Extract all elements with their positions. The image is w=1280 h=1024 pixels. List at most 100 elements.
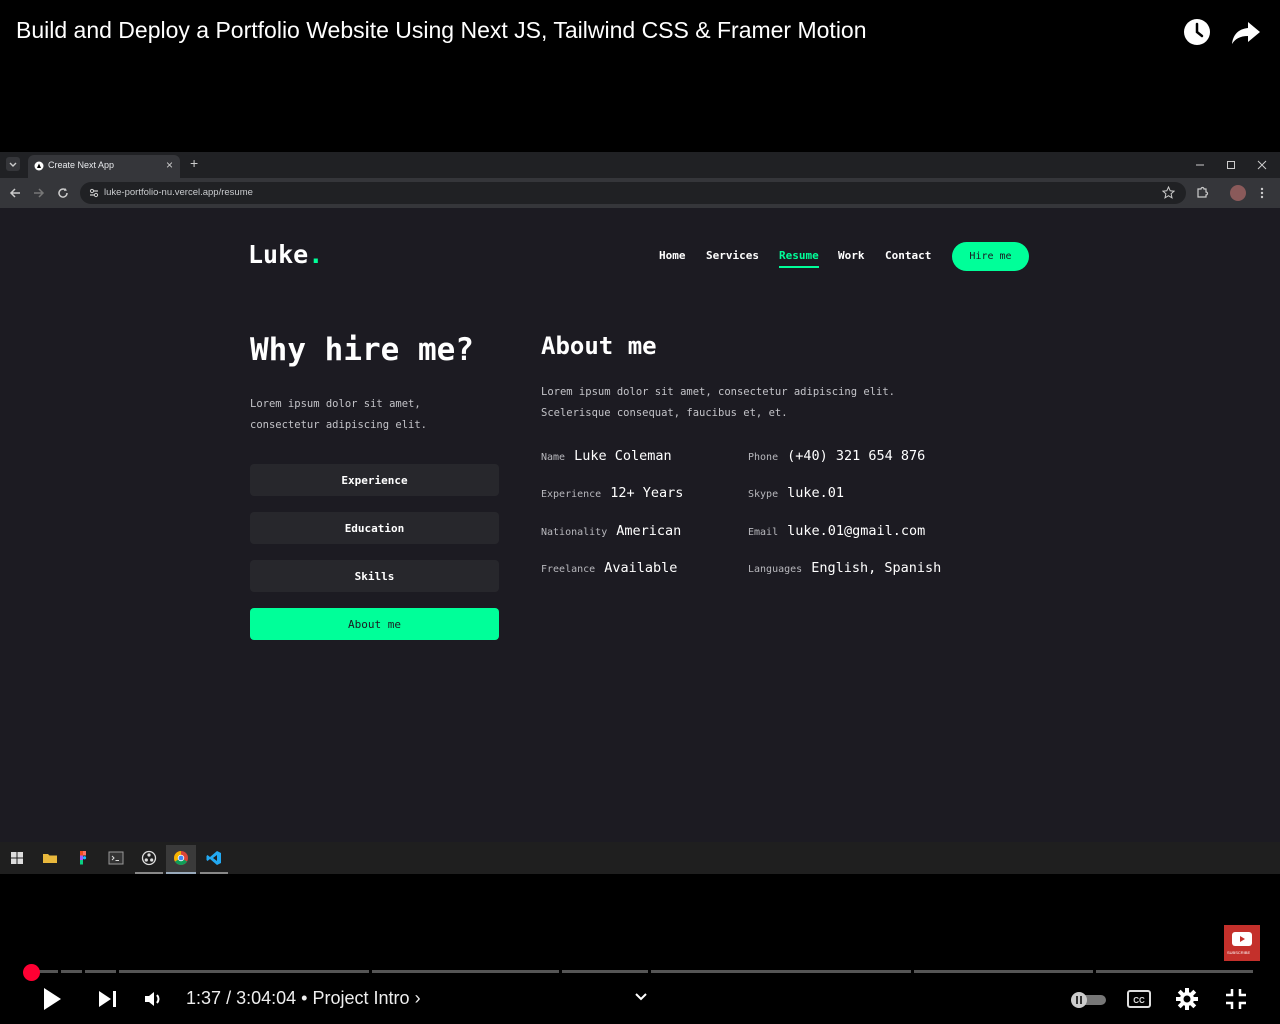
skills-button[interactable]: Skills [250, 560, 499, 592]
chapter-marker [911, 970, 914, 973]
site-logo[interactable]: Luke. [248, 240, 323, 269]
info-item-phone: Phone (+40) 321 654 876 [748, 448, 925, 464]
tab-title: Create Next App [48, 160, 115, 170]
next-icon[interactable] [96, 989, 120, 1009]
exit-fullscreen-icon[interactable] [1224, 987, 1248, 1011]
info-label: Name [541, 452, 566, 463]
progress-bar[interactable] [24, 970, 1256, 973]
forward-icon[interactable] [32, 186, 46, 200]
taskbar-item-chrome[interactable] [166, 845, 196, 874]
profile-icon[interactable] [1230, 185, 1246, 201]
address-bar[interactable]: luke-portfolio-nu.vercel.app/resume [80, 182, 1186, 204]
new-tab-button[interactable]: + [190, 155, 198, 171]
window-close-icon[interactable] [1256, 160, 1268, 170]
nav-work[interactable]: Work [838, 249, 865, 262]
info-item-email: Email luke.01@gmail.com [748, 523, 925, 539]
volume-icon[interactable] [143, 989, 167, 1009]
why-hire-description: Lorem ipsum dolor sit amet, consectetur … [250, 398, 428, 431]
info-label: Email [748, 527, 779, 538]
nav-contact[interactable]: Contact [885, 249, 931, 262]
info-value: luke.01 [787, 485, 845, 501]
chapter-marker [369, 970, 372, 973]
info-label: Freelance [541, 564, 596, 575]
info-value: Available [604, 560, 678, 576]
tab-search-button[interactable] [6, 157, 20, 171]
info-value: 12+ Years [610, 485, 684, 501]
bookmark-star-icon[interactable] [1162, 186, 1175, 199]
info-value: luke.01@gmail.com [787, 523, 926, 539]
info-item-languages: Languages English, Spanish [748, 560, 941, 576]
about-description: Lorem ipsum dolor sit amet, consectetur … [541, 386, 896, 419]
menu-icon[interactable] [1256, 186, 1268, 200]
back-icon[interactable] [8, 186, 22, 200]
subscribe-label: SUBSCRIBE [1227, 950, 1251, 955]
chevron-down-icon [9, 162, 17, 167]
chapter-marker [1093, 970, 1096, 973]
autoplay-toggle-icon[interactable] [1068, 990, 1108, 1010]
extensions-icon[interactable] [1195, 186, 1209, 200]
info-label: Skype [748, 489, 779, 500]
info-item-nationality: Nationality American [541, 523, 681, 539]
nav-services[interactable]: Services [706, 249, 759, 262]
browser-toolbar: luke-portfolio-nu.vercel.app/resume [0, 178, 1280, 208]
tab-strip: Create Next App × + [0, 152, 1280, 178]
url-text[interactable]: luke-portfolio-nu.vercel.app/resume [104, 187, 253, 198]
subscribe-watermark[interactable]: SUBSCRIBE [1224, 925, 1260, 961]
chapter-marker [116, 970, 119, 973]
time-display: 1:37 / 3:04:04 • Project Intro › [186, 988, 421, 1009]
taskbar-item-obs[interactable] [135, 845, 163, 874]
nextjs-favicon-icon [34, 161, 44, 171]
info-item-name: Name Luke Coleman [541, 448, 672, 464]
chapter-marker [648, 970, 651, 973]
file-explorer-icon[interactable] [42, 850, 58, 866]
settings-icon[interactable] [1175, 987, 1199, 1011]
reload-icon[interactable] [56, 186, 70, 200]
info-item-experience: Experience 12+ Years [541, 485, 683, 501]
info-label: Nationality [541, 527, 608, 538]
youtube-logo-icon [1232, 932, 1252, 946]
clock-icon[interactable] [1181, 16, 1213, 48]
chapter-marker [559, 970, 562, 973]
figma-icon[interactable] [75, 850, 91, 866]
chapter-arrow-icon[interactable]: › [415, 988, 421, 1008]
about-me-button[interactable]: About me [250, 608, 499, 640]
chapter-title[interactable]: Project Intro [313, 988, 410, 1008]
terminal-icon[interactable] [108, 850, 124, 866]
site-info-icon[interactable] [88, 187, 100, 199]
info-label: Phone [748, 452, 779, 463]
education-button[interactable]: Education [250, 512, 499, 544]
nav-home[interactable]: Home [659, 249, 686, 262]
vscode-icon [206, 851, 221, 865]
current-time: 1:37 [186, 988, 222, 1008]
video-title[interactable]: Build and Deploy a Portfolio Website Usi… [16, 17, 867, 44]
chapter-marker [82, 970, 85, 973]
scrubber-handle[interactable] [23, 964, 40, 981]
chevron-down-icon[interactable] [633, 990, 649, 1004]
chapter-marker [1253, 970, 1256, 973]
chapter-bullet: • [301, 988, 308, 1008]
captions-icon[interactable]: CC [1126, 988, 1152, 1010]
share-icon[interactable] [1230, 16, 1262, 48]
taskbar-item-vscode[interactable] [200, 845, 228, 874]
minimize-icon[interactable] [1194, 160, 1206, 170]
info-value: (+40) 321 654 876 [787, 448, 926, 464]
windows-start-icon[interactable] [9, 850, 25, 866]
logo-dot: . [308, 240, 324, 269]
info-item-freelance: Freelance Available [541, 560, 677, 576]
tab-close-icon[interactable]: × [166, 158, 173, 172]
nav-resume[interactable]: Resume [779, 249, 819, 268]
web-page: Luke. Home Services Resume Work Contact … [0, 208, 1280, 842]
play-icon[interactable] [40, 986, 64, 1012]
obs-icon [141, 850, 157, 866]
about-heading: About me [541, 332, 657, 360]
maximize-icon[interactable] [1225, 160, 1237, 170]
experience-button[interactable]: Experience [250, 464, 499, 496]
os-taskbar [0, 842, 1280, 874]
info-value: English, Spanish [811, 560, 942, 576]
browser-tab[interactable]: Create Next App × [28, 155, 180, 178]
info-label: Experience [541, 489, 602, 500]
time-separator: / [226, 988, 232, 1008]
hire-me-button[interactable]: Hire me [952, 242, 1029, 271]
browser-window: Create Next App × + luke-portfolio-nu.ve… [0, 152, 1280, 842]
info-item-skype: Skype luke.01 [748, 485, 844, 501]
